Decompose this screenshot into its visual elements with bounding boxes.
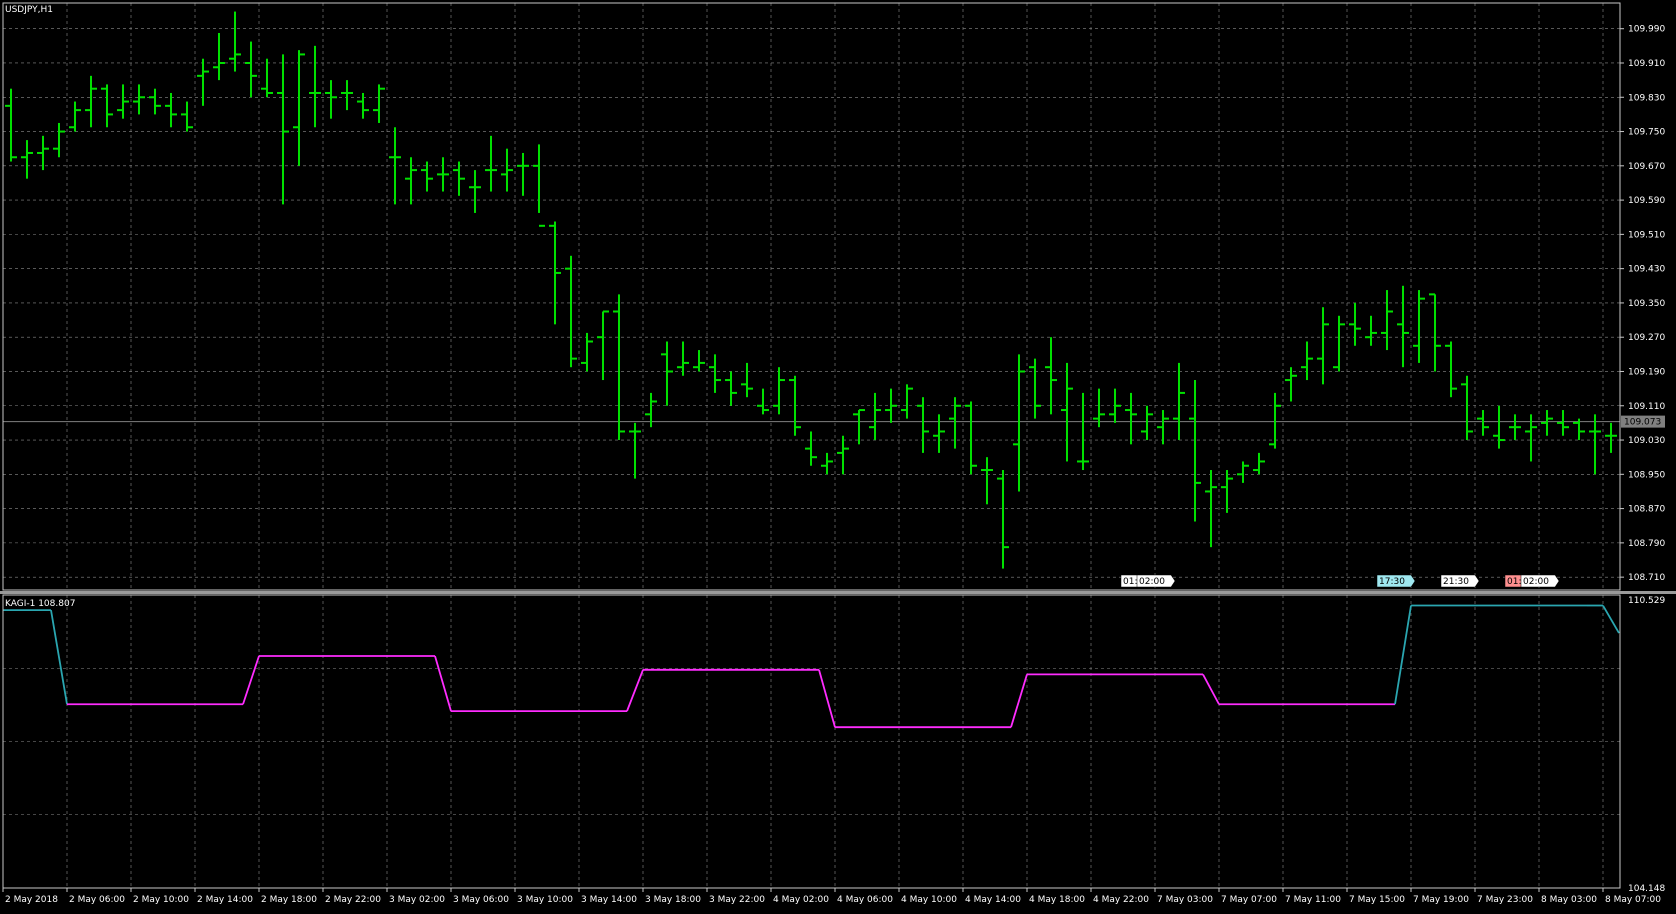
event-marker-label: 01:: [1507, 577, 1521, 587]
time-tick-label: 7 May 23:00: [1477, 895, 1533, 905]
chart-canvas[interactable]: 109.990 109.910 109.830 109.750 109.670 109.5…: [0, 0, 1676, 910]
price-tick-label: 108.950: [1628, 470, 1665, 480]
time-tick-label: 2 May 22:00: [325, 895, 381, 905]
time-tick-label: 3 May 18:00: [645, 895, 701, 905]
indicator-scale-bottom: 104.148: [1628, 884, 1665, 894]
time-tick-label: 3 May 22:00: [709, 895, 765, 905]
event-marker: 02:00: [1520, 574, 1560, 588]
price-tick-label: 109.190: [1628, 367, 1665, 377]
indicator-label: KAGI-1 108.807: [5, 599, 75, 609]
price-tick-label: 109.750: [1628, 128, 1665, 138]
price-tick-label: 109.270: [1628, 333, 1665, 343]
time-tick-label: 8 May 03:00: [1541, 895, 1597, 905]
time-tick-label: 3 May 10:00: [517, 895, 573, 905]
price-tick-label: 109.030: [1628, 436, 1665, 446]
time-tick-label: 7 May 11:00: [1285, 895, 1341, 905]
price-tick-label: 109.990: [1628, 25, 1665, 35]
time-tick-label: 7 May 07:00: [1221, 895, 1277, 905]
time-tick-label: 4 May 14:00: [965, 895, 1021, 905]
time-tick-label: 4 May 22:00: [1093, 895, 1149, 905]
time-tick-label: 3 May 06:00: [453, 895, 509, 905]
current-price-label: 109.073: [1621, 415, 1665, 428]
price-tick-label: 109.910: [1628, 59, 1665, 69]
price-tick-label: 109.350: [1628, 299, 1665, 309]
time-tick-label: 4 May 18:00: [1029, 895, 1085, 905]
terminal-chart-window[interactable]: 109.990 109.910 109.830 109.750 109.670 109.5…: [0, 0, 1676, 910]
event-marker-label: 02:00: [1139, 577, 1165, 587]
time-tick-label: 7 May 19:00: [1413, 895, 1469, 905]
time-tick-label: 4 May 10:00: [901, 895, 957, 905]
time-tick-label: 2 May 06:00: [69, 895, 125, 905]
price-tick-label: 109.830: [1628, 93, 1665, 103]
event-marker: 02:00: [1136, 574, 1176, 588]
event-marker-label: 02:00: [1523, 577, 1549, 587]
price-tick-label: 108.710: [1628, 573, 1665, 583]
price-tick-label: 109.510: [1628, 230, 1665, 240]
event-marker: 17:30: [1376, 574, 1416, 588]
time-tick-label: 7 May 03:00: [1157, 895, 1213, 905]
time-tick-label: 2 May 18:00: [261, 895, 317, 905]
price-tick-label: 109.430: [1628, 265, 1665, 275]
pane-separator: [0, 591, 1676, 594]
time-tick-label: 4 May 02:00: [773, 895, 829, 905]
event-marker: 21:30: [1440, 574, 1480, 588]
event-marker-label: 01:: [1123, 577, 1137, 587]
price-tick-label: 108.870: [1628, 505, 1665, 515]
symbol-label: USDJPY,H1: [5, 5, 53, 15]
time-tick-label: 2 May 14:00: [197, 895, 253, 905]
time-tick-label: 3 May 02:00: [389, 895, 445, 905]
indicator-scale-top: 110.529: [1628, 596, 1665, 606]
price-tick-label: 109.670: [1628, 162, 1665, 172]
event-marker-label: 17:30: [1379, 577, 1405, 587]
time-tick-label: 3 May 14:00: [581, 895, 637, 905]
price-tick-label: 108.790: [1628, 539, 1665, 549]
price-tick-label: 109.110: [1628, 402, 1665, 412]
time-tick-label: 8 May 07:00: [1605, 895, 1661, 905]
event-marker-label: 21:30: [1443, 577, 1469, 587]
current-price-text: 109.073: [1624, 418, 1661, 428]
time-tick-label: 2 May 2018: [5, 895, 58, 905]
price-tick-label: 109.590: [1628, 196, 1665, 206]
time-tick-label: 4 May 06:00: [837, 895, 893, 905]
time-tick-label: 2 May 10:00: [133, 895, 189, 905]
time-tick-label: 7 May 15:00: [1349, 895, 1405, 905]
